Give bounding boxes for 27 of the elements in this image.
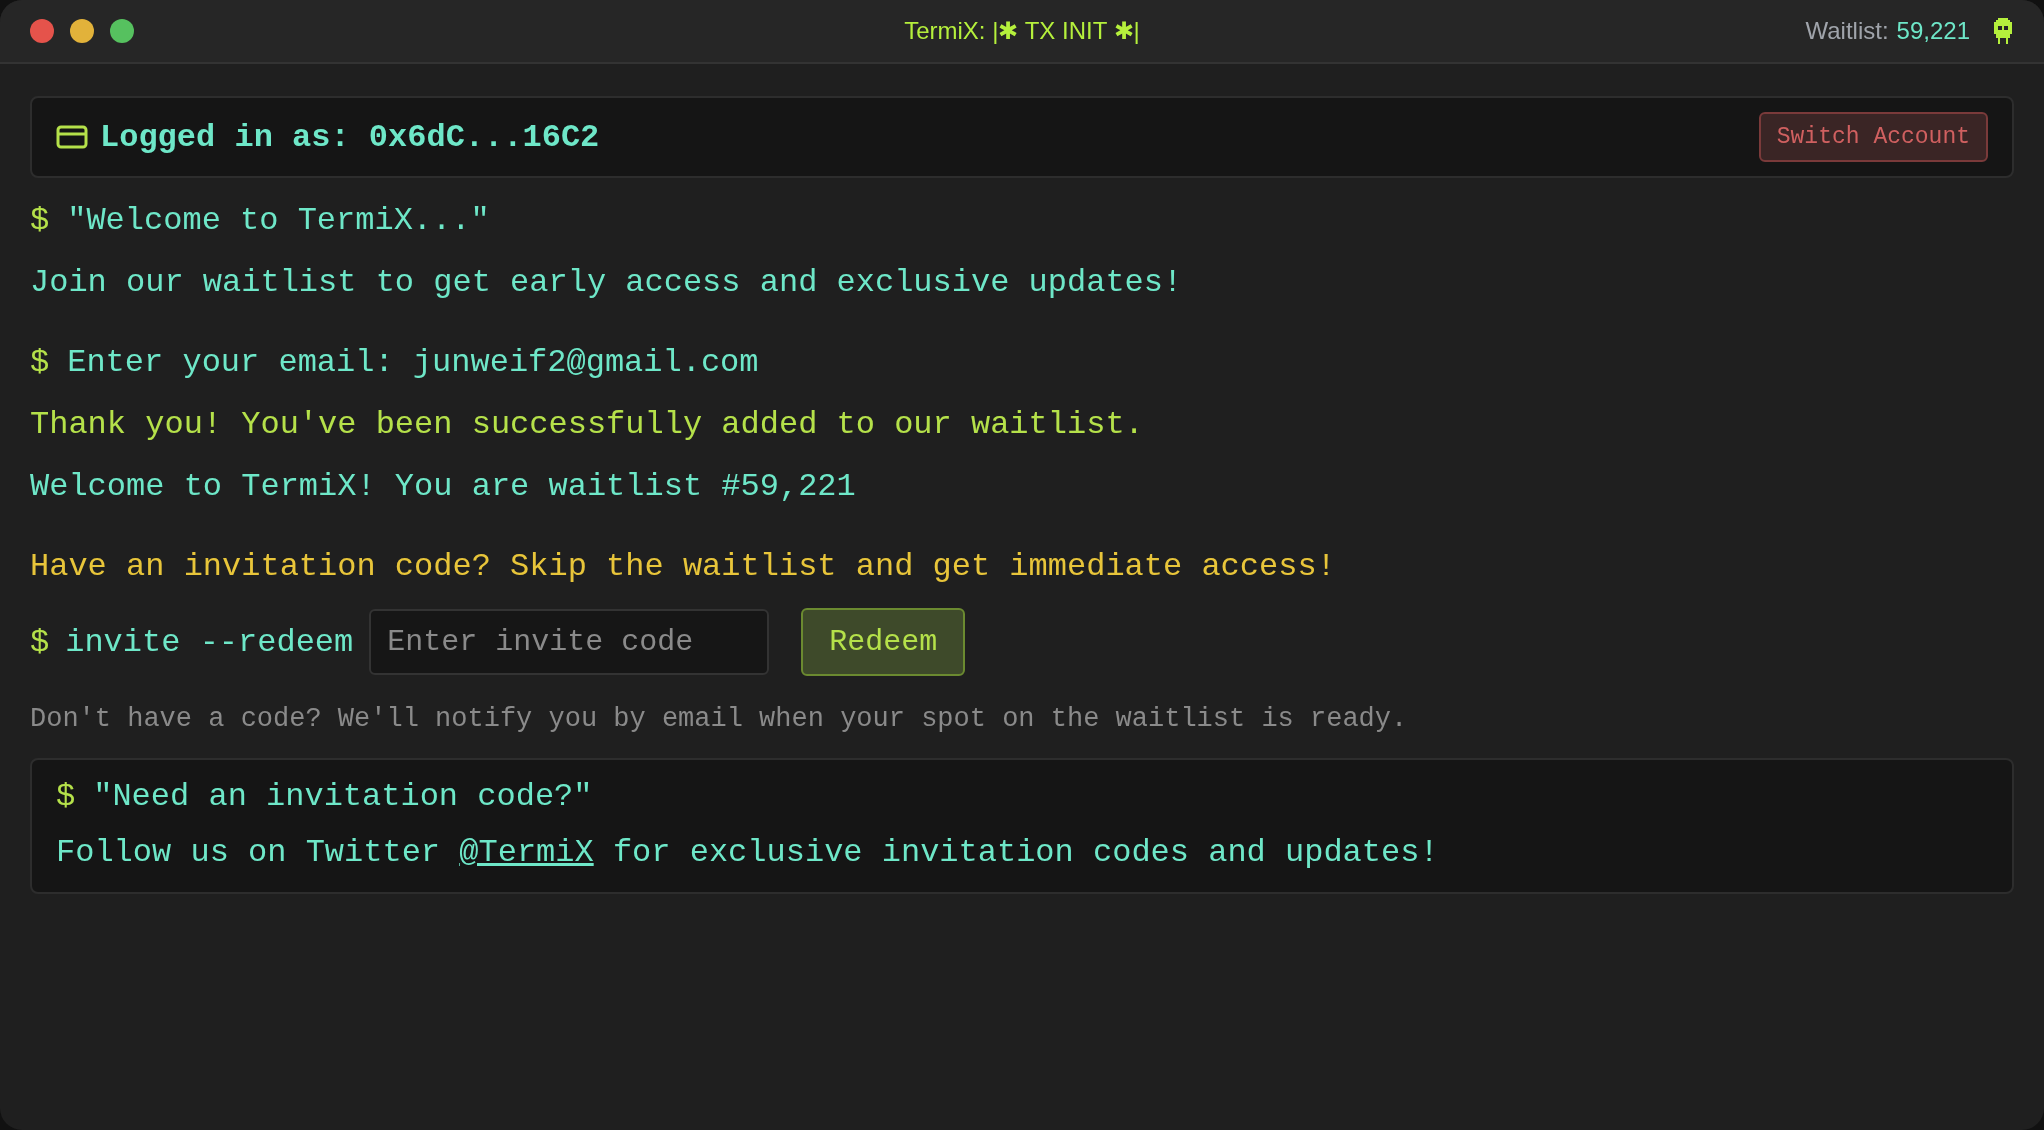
prompt-symbol: $ [30,623,50,661]
message-text: Welcome to TermiX! You are waitlist #59,221 [30,468,856,506]
waitlist-count: 59,221 [1896,17,1970,45]
twitter-link[interactable]: @TermiX [459,834,594,871]
prompt-symbol: $ [30,202,50,240]
close-button[interactable] [30,19,54,43]
message-text: Thank you! You've been successfully added to our waitlist. [30,406,1144,444]
command-text: "Welcome to TermiX..." [67,202,490,240]
command-text: Enter your email: junweif2@gmail.com [67,344,759,382]
zoom-button[interactable] [110,19,134,43]
message-text: Join our waitlist to get early access and exclusive updates! [30,264,1183,302]
message-text: Have an invitation code? Skip the waitlist and get immediate access! [30,548,1336,586]
redeem-button[interactable]: Redeem [801,608,966,676]
switch-account-button[interactable]: Switch Account [1758,112,1988,162]
note-text: Don't have a code? We'll notify you by email when your spot on the waitlist is ready. [30,704,1409,734]
card-icon [56,125,88,149]
robot-icon [1992,18,2014,44]
minimize-button[interactable] [70,19,94,43]
window-title: TermiX: |✱ TX INIT ✱| [904,17,1140,45]
promo-heading: "Need an invitation code?" [93,778,593,816]
command-text: invite --redeem [65,623,354,661]
invite-code-field[interactable]: Enter invite code [369,609,770,675]
prompt-symbol: $ [30,344,50,382]
account-label: Logged in as: 0x6dC...16C2 [100,118,600,156]
waitlist-label: Waitlist: [1805,17,1889,45]
prompt-symbol: $ [56,778,76,816]
promo-text: Follow us on Twitter @TermiX for exclusive invitation codes and updates! [56,834,1440,872]
